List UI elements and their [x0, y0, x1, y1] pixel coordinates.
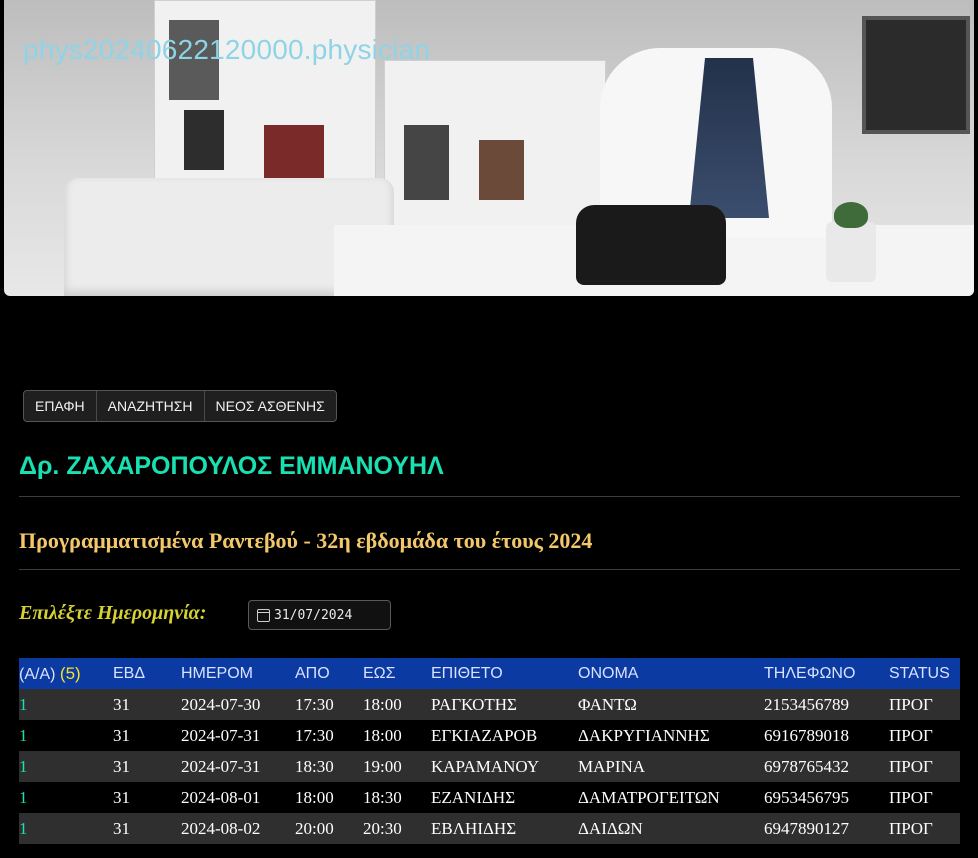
cell-to: 18:00	[363, 725, 402, 745]
nav-contact-button[interactable]: ΕΠΑΦΗ	[24, 391, 97, 421]
divider	[19, 569, 960, 570]
cell-phone: 2153456789	[764, 694, 849, 714]
cell-name: ΔΑΚΡΥΓΙΑΝΝΗΣ	[578, 725, 710, 745]
cell-from: 18:30	[295, 756, 334, 776]
cell-aa[interactable]: 1	[19, 689, 113, 720]
table-row[interactable]: 1 31 2024-07-31 18:30 19:00 ΚΑΡΑΜΑΝΟΥ ΜΑΡΙΝΑ 69…	[19, 751, 960, 782]
cell-surname: ΚΑΡΑΜΑΝΟΥ	[431, 756, 540, 776]
cell-week: 31	[113, 818, 130, 838]
table-row[interactable]: 1 31 2024-08-02 20:00 20:30 ΕΒΛΗΙΔΗΣ ΔΑΙΔΩΝ 694…	[19, 813, 960, 844]
table-header-row: (Α/Α) (5) ΕΒΔ ΗΜΕΡΟΜ ΑΠΟ ΕΩΣ ΕΠΙΘΕΤΟ ΟΝΟ…	[19, 658, 960, 689]
cell-date: 2024-07-31	[181, 756, 261, 776]
header-phone[interactable]: ΤΗΛΕΦΩΝΟ	[764, 658, 889, 689]
cell-week: 31	[113, 725, 130, 745]
cell-date: 2024-07-31	[181, 725, 261, 745]
header-aa[interactable]: (Α/Α) (5)	[19, 658, 113, 689]
cell-phone: 6947890127	[764, 818, 849, 838]
date-value[interactable]: 31/07/2024	[274, 608, 352, 623]
cell-week: 31	[113, 787, 130, 807]
header-week[interactable]: ΕΒΔ	[113, 658, 181, 689]
cell-phone: 6978765432	[764, 756, 849, 776]
date-picker-input[interactable]: 31/07/2024	[248, 600, 391, 630]
cell-from: 18:00	[295, 787, 334, 807]
schedule-title: Προγραμματισμένα Ραντεβού - 32η εβδομάδα…	[19, 528, 593, 553]
appointment-count: (5)	[59, 663, 81, 683]
cell-name: ΜΑΡΙΝΑ	[578, 756, 646, 776]
cell-from: 20:00	[295, 818, 334, 838]
cell-status: ΠΡΟΓ	[889, 818, 933, 838]
cell-to: 20:30	[363, 818, 402, 838]
header-name[interactable]: ΟΝΟΜΑ	[578, 658, 764, 689]
site-title: phys20240622120000.physician	[23, 34, 431, 65]
cell-date: 2024-08-02	[181, 818, 261, 838]
cell-date: 2024-07-30	[181, 694, 261, 714]
cell-name: ΔΑΙΔΩΝ	[578, 818, 643, 838]
cell-to: 19:00	[363, 756, 402, 776]
cell-aa[interactable]: 1	[19, 720, 113, 751]
header-to[interactable]: ΕΩΣ	[363, 658, 431, 689]
header-surname[interactable]: ΕΠΙΘΕΤΟ	[431, 658, 578, 689]
header-from[interactable]: ΑΠΟ	[295, 658, 363, 689]
appointments-table: (Α/Α) (5) ΕΒΔ ΗΜΕΡΟΜ ΑΠΟ ΕΩΣ ΕΠΙΘΕΤΟ ΟΝΟ…	[19, 658, 960, 844]
cell-phone: 6916789018	[764, 725, 849, 745]
nav-new-patient-button[interactable]: ΝΕΟΣ ΑΣΘΕΝΗΣ	[205, 391, 336, 421]
cell-from: 17:30	[295, 694, 334, 714]
header-status[interactable]: STATUS	[889, 658, 960, 689]
cell-status: ΠΡΟΓ	[889, 787, 933, 807]
cell-phone: 6953456795	[764, 787, 849, 807]
table-row[interactable]: 1 31 2024-08-01 18:00 18:30 ΕΖΑΝΙΔΗΣ ΔΑΜΑΤΡΟΓΕ…	[19, 782, 960, 813]
cell-name: ΔΑΜΑΤΡΟΓΕΙΤΩΝ	[578, 787, 720, 807]
calendar-icon[interactable]	[257, 608, 270, 622]
cell-status: ΠΡΟΓ	[889, 756, 933, 776]
cell-from: 17:30	[295, 725, 334, 745]
doctor-name: Δρ. ΖΑΧΑΡΟΠΟΥΛΟΣ ΕΜΜΑΝΟΥΗΛ	[19, 452, 444, 480]
divider	[19, 496, 960, 497]
cell-aa[interactable]: 1	[19, 782, 113, 813]
cell-status: ΠΡΟΓ	[889, 725, 933, 745]
cell-aa[interactable]: 1	[19, 751, 113, 782]
table-row[interactable]: 1 31 2024-07-30 17:30 18:00 ΡΑΓΚΟΤΗΣ ΦΑΝΤΩ 2153…	[19, 689, 960, 720]
cell-date: 2024-08-01	[181, 787, 261, 807]
cell-surname: ΕΒΛΗΙΔΗΣ	[431, 818, 517, 838]
cell-status: ΠΡΟΓ	[889, 694, 933, 714]
cell-week: 31	[113, 756, 130, 776]
nav-search-button[interactable]: ΑΝΑΖΗΤΗΣΗ	[97, 391, 205, 421]
cell-surname: ΕΖΑΝΙΔΗΣ	[431, 787, 516, 807]
cell-to: 18:30	[363, 787, 402, 807]
cell-aa[interactable]: 1	[19, 813, 113, 844]
date-picker-label: Επιλέξτε Ημερομηνία:	[19, 602, 207, 624]
header-banner-image: phys20240622120000.physician	[4, 0, 974, 296]
cell-week: 31	[113, 694, 130, 714]
cell-to: 18:00	[363, 694, 402, 714]
cell-name: ΦΑΝΤΩ	[578, 694, 637, 714]
main-nav: ΕΠΑΦΗ ΑΝΑΖΗΤΗΣΗ ΝΕΟΣ ΑΣΘΕΝΗΣ	[23, 390, 337, 422]
cell-surname: ΡΑΓΚΟΤΗΣ	[431, 694, 517, 714]
header-date[interactable]: ΗΜΕΡΟΜ	[181, 658, 295, 689]
table-row[interactable]: 1 31 2024-07-31 17:30 18:00 ΕΓΚΙΑΖΑΡΟΒ ΔΑΚΡΥΓΙ…	[19, 720, 960, 751]
cell-surname: ΕΓΚΙΑΖΑΡΟΒ	[431, 725, 538, 745]
